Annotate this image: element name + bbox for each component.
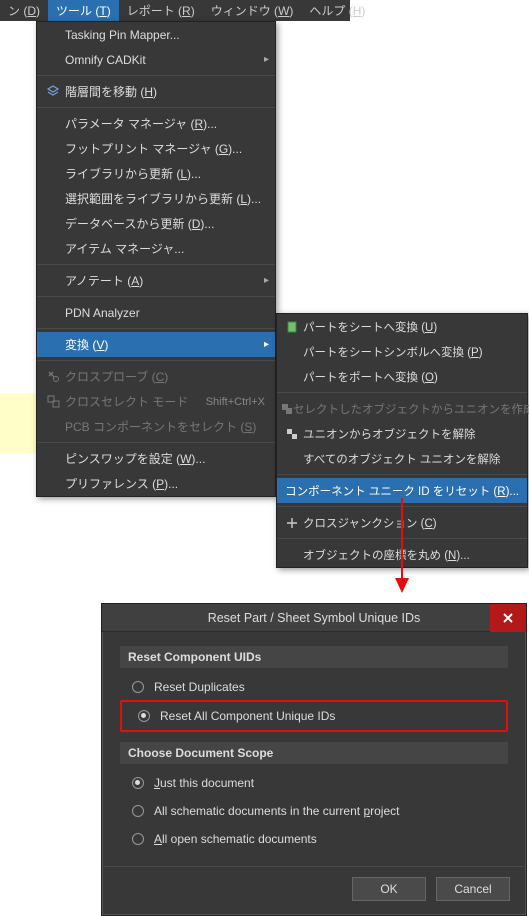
radio-icon — [132, 681, 144, 693]
cross-probe-icon — [41, 370, 65, 383]
menu-design[interactable]: ン (D) — [0, 0, 48, 21]
menu-item-omnify-cadkit[interactable]: Omnify CADKit — [37, 47, 275, 72]
main-menubar: ン (D) ツール (T) レポート (R) ウィンドウ (W) ヘルプ (H) — [0, 0, 350, 21]
menu-tools[interactable]: ツール (T) — [48, 0, 119, 21]
menu-item-item-manager[interactable]: アイテム マネージャ... — [37, 236, 275, 261]
ok-button[interactable]: OK — [352, 877, 426, 901]
sheet-icon — [281, 321, 303, 333]
union-icon — [281, 403, 293, 415]
submenu-item-break-union[interactable]: ユニオンからオブジェクトを解除 — [277, 421, 527, 446]
menu-window[interactable]: ウィンドウ (W) — [203, 0, 302, 21]
menu-item-navigate-hierarchy[interactable]: 階層間を移動 (H) — [37, 79, 275, 104]
menu-separator — [37, 264, 275, 265]
submenu-item-part-to-port[interactable]: パートをポートへ変換 (O) — [277, 364, 527, 389]
radio-icon — [138, 710, 150, 722]
menu-item-preferences[interactable]: プリファレンス (P)... — [37, 471, 275, 496]
break-union-icon — [281, 428, 303, 440]
menu-separator — [37, 75, 275, 76]
radio-icon — [132, 805, 144, 817]
menu-separator — [277, 538, 527, 539]
radio-icon — [132, 777, 144, 789]
menu-item-update-from-library[interactable]: ライブラリから更新 (L)... — [37, 161, 275, 186]
submenu-item-reset-component-unique-ids[interactable]: コンポーネント ユニーク ID をリセット (R)... — [277, 478, 527, 503]
submenu-item-cross-junction[interactable]: クロスジャンクション (C) — [277, 510, 527, 535]
menu-separator — [37, 328, 275, 329]
editor-bg-strip — [0, 393, 36, 453]
cross-icon — [281, 517, 303, 529]
radio-all-in-project[interactable]: All schematic documents in the current p… — [120, 800, 508, 822]
tools-menu: Tasking Pin Mapper... Omnify CADKit 階層間を… — [36, 21, 276, 497]
radio-reset-duplicates[interactable]: Reset Duplicates — [120, 676, 508, 698]
dialog-title: Reset Part / Sheet Symbol Unique IDs — [102, 611, 526, 625]
menu-item-cross-select-mode[interactable]: クロスセレクト モード Shift+Ctrl+X — [37, 389, 275, 414]
menu-separator — [277, 392, 527, 393]
reset-uids-dialog: Reset Part / Sheet Symbol Unique IDs Res… — [101, 603, 527, 916]
radio-just-this-document[interactable]: Just this document — [120, 772, 508, 794]
radio-all-open-documents[interactable]: All open schematic documents — [120, 828, 508, 850]
menu-item-pdn-analyzer[interactable]: PDN Analyzer — [37, 300, 275, 325]
menu-item-configure-pin-swap[interactable]: ピンスワップを設定 (W)... — [37, 446, 275, 471]
cross-select-icon — [41, 395, 65, 408]
group-header-document-scope: Choose Document Scope — [120, 742, 508, 764]
menu-item-select-pcb-components[interactable]: PCB コンポーネントをセレクト (S) — [37, 414, 275, 439]
submenu-item-part-to-sheet[interactable]: パートをシートへ変換 (U) — [277, 314, 527, 339]
cancel-button[interactable]: Cancel — [436, 877, 510, 901]
close-icon — [502, 612, 514, 624]
menu-item-parameter-manager[interactable]: パラメータ マネージャ (R)... — [37, 111, 275, 136]
submenu-item-create-union[interactable]: セレクトしたオブジェクトからユニオンを作成 — [277, 396, 527, 421]
menu-help[interactable]: ヘルプ (H) — [301, 0, 373, 21]
menu-item-update-from-database[interactable]: データベースから更新 (D)... — [37, 211, 275, 236]
menu-separator — [277, 506, 527, 507]
menu-separator — [277, 474, 527, 475]
menu-separator — [37, 296, 275, 297]
convert-submenu: パートをシートへ変換 (U) パートをシートシンボルへ変換 (P) パートをポー… — [276, 313, 528, 568]
dialog-titlebar[interactable]: Reset Part / Sheet Symbol Unique IDs — [102, 604, 526, 632]
menu-item-update-selection-from-library[interactable]: 選択範囲をライブラリから更新 (L)... — [37, 186, 275, 211]
submenu-item-round-object-coords[interactable]: オブジェクトの座標を丸め (N)... — [277, 542, 527, 567]
menu-separator — [37, 107, 275, 108]
menu-report[interactable]: レポート (R) — [119, 0, 203, 21]
radio-reset-all-uids[interactable]: Reset All Component Unique IDs — [126, 705, 502, 727]
submenu-item-part-to-sheet-symbol[interactable]: パートをシートシンボルへ変換 (P) — [277, 339, 527, 364]
close-button[interactable] — [490, 604, 526, 632]
highlight-box: Reset All Component Unique IDs — [120, 700, 508, 732]
menu-separator — [37, 360, 275, 361]
menu-item-tasking-pin-mapper[interactable]: Tasking Pin Mapper... — [37, 22, 275, 47]
submenu-item-break-all-unions[interactable]: すべてのオブジェクト ユニオンを解除 — [277, 446, 527, 471]
layers-icon — [41, 85, 65, 99]
radio-icon — [132, 833, 144, 845]
menu-separator — [37, 442, 275, 443]
menu-item-cross-probe[interactable]: クロスプローブ (C) — [37, 364, 275, 389]
menu-item-convert[interactable]: 変換 (V) — [37, 332, 275, 357]
menu-item-footprint-manager[interactable]: フットプリント マネージャ (G)... — [37, 136, 275, 161]
menu-item-annotate[interactable]: アノテート (A) — [37, 268, 275, 293]
group-header-reset-uids: Reset Component UIDs — [120, 646, 508, 668]
